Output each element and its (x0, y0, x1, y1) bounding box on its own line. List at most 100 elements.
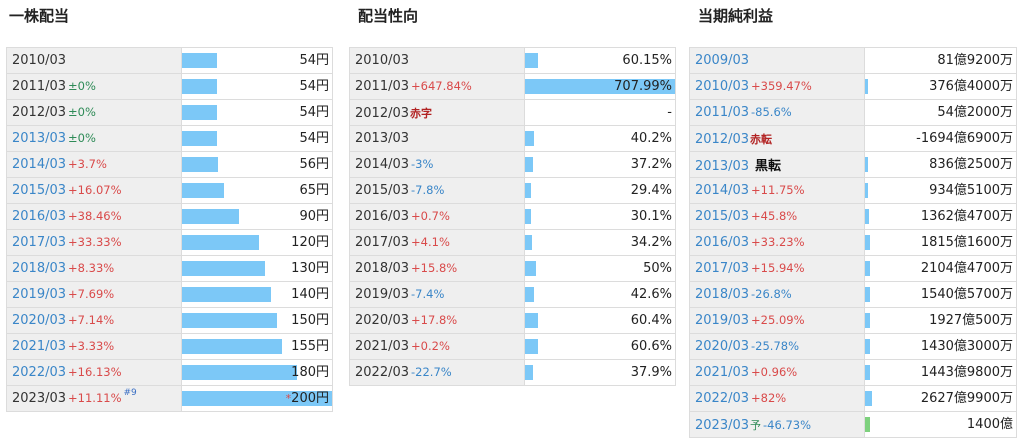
status-tag: 赤字 (410, 106, 433, 120)
year-label[interactable]: 2016/03 (12, 209, 66, 224)
table-row: 2018/03 +8.33% 130円 (6, 255, 333, 282)
value-number: 2104億4700万 (920, 261, 1013, 276)
value-bar (525, 131, 534, 146)
value-bar (865, 235, 870, 250)
value-text: 376億4000万 (929, 75, 1013, 99)
change-percent: -46.73% (763, 417, 812, 432)
value-text: 40.2% (631, 127, 672, 151)
year-label: 2023/03 (12, 391, 67, 406)
value-number: 65円 (299, 183, 329, 198)
table-row: 2021/03 +3.33% 155円 (6, 333, 333, 360)
value-number: 200円 (291, 391, 329, 406)
year-cell: 2011/03 -85.6% (689, 99, 865, 126)
table-row: 2010/03 60.15% (349, 47, 676, 74)
footnote-link[interactable]: #9 (124, 388, 137, 398)
table-row: 2019/03 +25.09% 1927億500万 (689, 307, 1017, 334)
year-label[interactable]: 2022/03 (695, 391, 749, 406)
year-cell: 2020/03 +7.14% (6, 307, 182, 334)
year-label[interactable]: 2021/03 (695, 365, 749, 380)
table-row: 2011/03 ±0% 54円 (6, 73, 333, 100)
value-bar (182, 339, 282, 354)
value-cell: 1430億3000万 (864, 333, 1017, 360)
dividend-table: 2010/03 54円 2011/03 ±0% 54円 2012/03 ±0% 54円 2013… (6, 47, 333, 412)
year-label[interactable]: 2016/03 (695, 235, 749, 250)
year-label[interactable]: 2014/03 (695, 183, 749, 198)
value-bar (182, 287, 271, 302)
table-row: 2022/03 -22.7% 37.9% (349, 359, 676, 386)
value-cell: 140円 (181, 281, 333, 308)
year-label[interactable]: 2017/03 (12, 235, 66, 250)
value-text: 120円 (291, 231, 329, 255)
year-label[interactable]: 2013/03 (12, 131, 66, 146)
value-bar (182, 209, 239, 224)
value-cell: 2627億9900万 (864, 385, 1017, 412)
year-cell: 2016/03 +0.7% (349, 203, 525, 230)
year-cell: 2014/03 -3% (349, 151, 525, 178)
change-percent: +33.23% (751, 235, 805, 249)
value-number: 707.99% (614, 79, 672, 94)
dividend-title: 一株配当 (9, 7, 70, 25)
year-label[interactable]: 2022/03 (12, 365, 66, 380)
year-cell: 2022/03 +82% (689, 385, 865, 412)
value-number: 934億5100万 (929, 183, 1013, 198)
year-label[interactable]: 2015/03 (695, 209, 749, 224)
year-label[interactable]: 2013/03 (695, 159, 749, 174)
year-label[interactable]: 2014/03 (12, 157, 66, 172)
change-percent: +16.07% (68, 183, 122, 197)
value-text: 54億2000万 (937, 101, 1013, 125)
year-cell: 2009/03 (689, 47, 865, 74)
value-bar (865, 79, 868, 94)
change-percent: +647.84% (411, 79, 472, 93)
value-text: 1400億 (967, 413, 1013, 437)
year-label[interactable]: 2023/03 (695, 418, 749, 433)
value-number: 56円 (299, 157, 329, 172)
year-cell: 2022/03 +16.13% (6, 359, 182, 386)
year-label[interactable]: 2010/03 (695, 79, 749, 94)
change-percent: +3.7% (68, 157, 107, 171)
year-label[interactable]: 2019/03 (695, 313, 749, 328)
change-percent: +4.1% (411, 235, 450, 249)
year-label[interactable]: 2018/03 (12, 261, 66, 276)
value-text: 1430億3000万 (921, 335, 1013, 359)
value-cell: 54億2000万 (864, 99, 1017, 126)
value-cell: 40.2% (524, 125, 676, 152)
year-label: 2021/03 (355, 339, 410, 354)
value-cell: 1540億5700万 (864, 281, 1017, 308)
year-cell: 2017/03 +15.94% (689, 255, 865, 282)
value-text: 90円 (299, 205, 329, 229)
year-label[interactable]: 2017/03 (695, 261, 749, 276)
value-bar (525, 183, 531, 198)
table-row: 2011/03 +647.84% 707.99% (349, 73, 676, 100)
value-cell: 934億5100万 (864, 177, 1017, 204)
value-cell: -1694億6900万 (864, 125, 1017, 152)
value-cell: 1815億1600万 (864, 229, 1017, 256)
value-cell: 120円 (181, 229, 333, 256)
value-number: 54億2000万 (937, 105, 1013, 120)
year-label[interactable]: 2020/03 (12, 313, 66, 328)
value-bar (182, 313, 277, 328)
year-cell: 2010/03 (6, 47, 182, 74)
year-label[interactable]: 2011/03 (695, 105, 749, 120)
year-label[interactable]: 2019/03 (12, 287, 66, 302)
year-label[interactable]: 2009/03 (695, 53, 749, 68)
change-percent: +15.8% (411, 261, 458, 275)
table-row: 2022/03 +16.13% 180円 (6, 359, 333, 386)
year-label[interactable]: 2015/03 (12, 183, 66, 198)
value-text: 60.15% (622, 49, 672, 73)
year-cell: 2020/03 -25.78% (689, 333, 865, 360)
change-percent: +33.33% (68, 235, 122, 249)
year-label[interactable]: 2018/03 (695, 287, 749, 302)
year-label[interactable]: 2020/03 (695, 339, 749, 354)
year-label[interactable]: 2021/03 (12, 339, 66, 354)
table-row: 2015/03 -7.8% 29.4% (349, 177, 676, 204)
value-cell: 34.2% (524, 229, 676, 256)
value-cell: 130円 (181, 255, 333, 282)
year-cell: 2017/03 +4.1% (349, 229, 525, 256)
value-number: 1927億500万 (929, 313, 1013, 328)
change-percent: +7.14% (68, 313, 115, 327)
value-number: 1540億5700万 (920, 287, 1013, 302)
value-number: 140円 (291, 287, 329, 302)
value-bar (182, 365, 297, 380)
year-label[interactable]: 2012/03 (695, 132, 749, 147)
value-text: 2627億9900万 (921, 387, 1013, 411)
